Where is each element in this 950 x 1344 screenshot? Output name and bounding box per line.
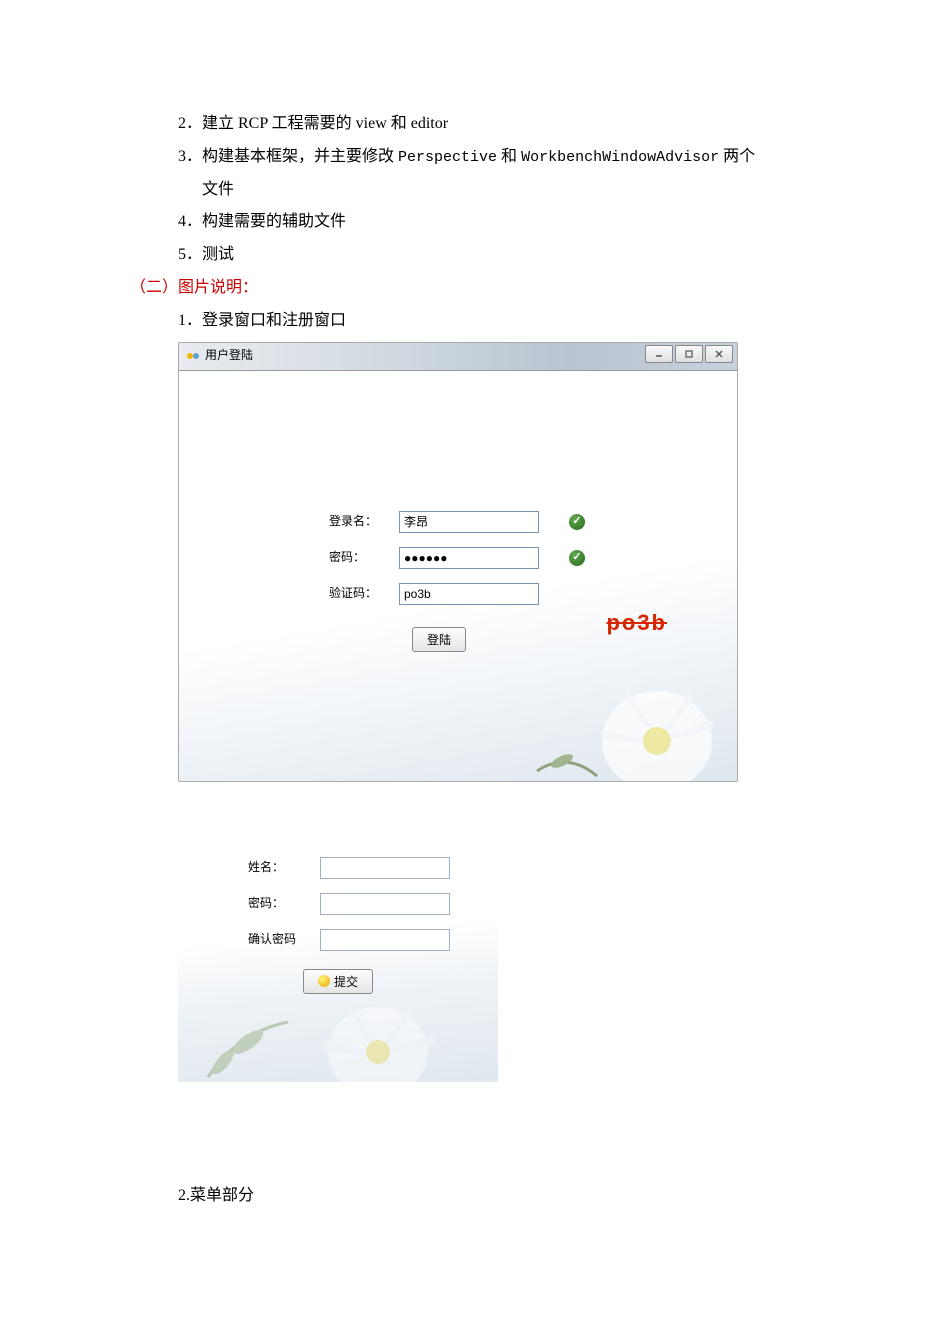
name-row: 姓名： (198, 857, 478, 879)
menu-section-heading: 2.菜单部分 (130, 1182, 820, 1211)
list-item-5: 5．测试 (130, 241, 820, 270)
captcha-input[interactable] (399, 583, 539, 605)
login-button[interactable]: 登陆 (412, 627, 466, 652)
check-icon (569, 514, 585, 530)
login-body: 登录名： 密码： 验证码： po3b 登陆 (179, 371, 737, 781)
sub-item-1: 1．登录窗口和注册窗口 (130, 307, 820, 336)
list-item-2: 2．建立 RCP 工程需要的 view 和 editor (130, 110, 820, 139)
window-title: 用户登陆 (205, 345, 253, 367)
login-window: 用户登陆 登录名： (178, 342, 738, 782)
captcha-label: 验证码： (329, 583, 399, 605)
close-icon (714, 349, 724, 359)
app-icon (187, 350, 201, 362)
list-item-4: 4．构建需要的辅助文件 (130, 208, 820, 237)
minimize-button[interactable] (645, 345, 673, 363)
username-label: 登录名： (329, 511, 399, 533)
section-2-heading: （二）图片说明： (130, 274, 820, 303)
text-3a: 3．构建基本框架，并主要修改 (178, 148, 398, 165)
username-row: 登录名： (209, 511, 707, 533)
password-row: 密码： (198, 893, 478, 915)
window-controls (643, 345, 733, 363)
password-input[interactable] (320, 893, 450, 915)
password-input[interactable] (399, 547, 539, 569)
captcha-row: 验证码： (209, 583, 707, 605)
login-button-row: 登陆 (329, 627, 549, 652)
submit-button[interactable]: 提交 (303, 969, 373, 994)
close-button[interactable] (705, 345, 733, 363)
password-row: 密码： (209, 547, 707, 569)
password-label: 密码： (248, 893, 320, 915)
text-3c: 两个 (719, 148, 755, 165)
submit-label: 提交 (334, 973, 358, 990)
maximize-button[interactable] (675, 345, 703, 363)
password-label: 密码： (329, 547, 399, 569)
name-input[interactable] (320, 857, 450, 879)
title-bar[interactable]: 用户登陆 (179, 343, 737, 371)
name-label: 姓名： (248, 857, 320, 879)
text-3b: 和 (497, 148, 521, 165)
maximize-icon (684, 349, 694, 359)
list-item-3: 3．构建基本框架，并主要修改 Perspective 和 WorkbenchWi… (130, 143, 820, 172)
check-icon (569, 550, 585, 566)
submit-icon (318, 975, 330, 987)
code-perspective: Perspective (398, 149, 497, 166)
confirm-label: 确认密码 (248, 929, 320, 951)
confirm-input[interactable] (320, 929, 450, 951)
register-window: 姓名： 密码： 确认密码 提交 (178, 812, 498, 1082)
list-item-3-cont: 文件 (130, 176, 820, 205)
confirm-row: 确认密码 (198, 929, 478, 951)
captcha-image[interactable]: po3b (606, 603, 667, 643)
submit-row: 提交 (198, 969, 478, 994)
code-workbench: WorkbenchWindowAdvisor (521, 149, 719, 166)
minimize-icon (654, 349, 664, 359)
username-input[interactable] (399, 511, 539, 533)
